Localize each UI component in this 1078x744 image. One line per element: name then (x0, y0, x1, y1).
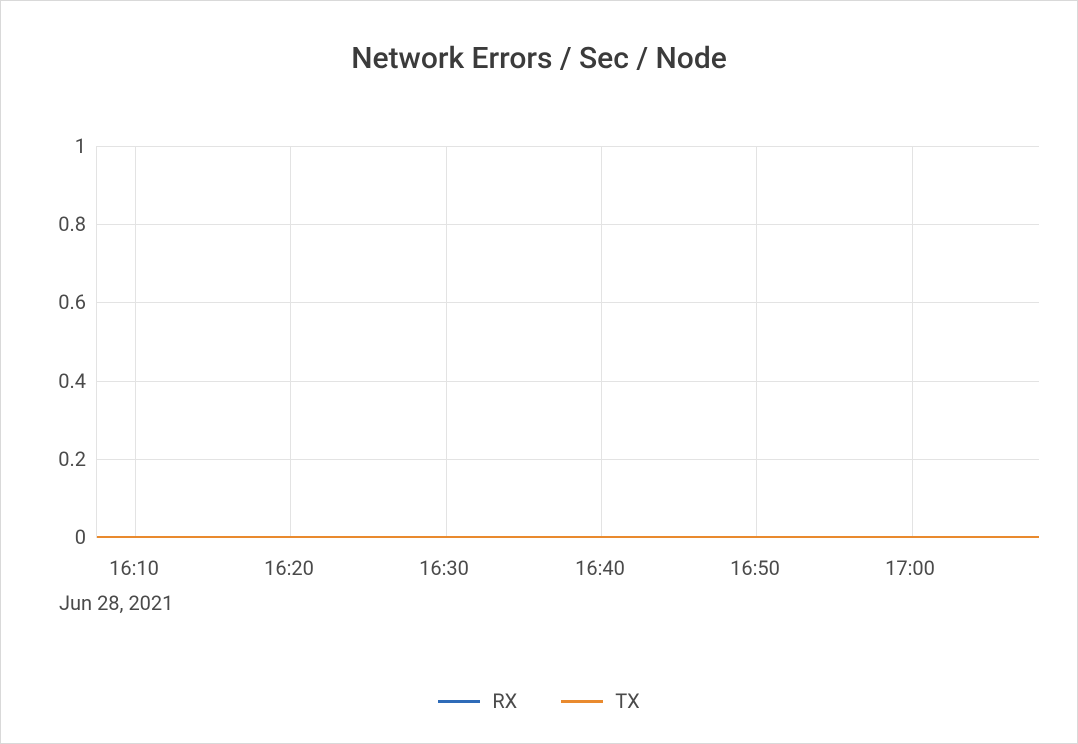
legend-swatch-rx (438, 700, 480, 703)
y-tick-label: 0.6 (16, 290, 86, 314)
y-tick-label: 0.4 (16, 369, 86, 393)
chart-card: Network Errors / Sec / Node 1 0.8 0.6 0.… (0, 0, 1078, 744)
gridline-h (97, 224, 1039, 225)
chart-title: Network Errors / Sec / Node (1, 41, 1077, 76)
legend-label-tx: TX (615, 689, 639, 713)
gridline-h (97, 146, 1039, 147)
series-line-tx (97, 536, 1039, 538)
legend-item-tx[interactable]: TX (561, 689, 639, 713)
gridline-v (912, 146, 913, 537)
legend-label-rx: RX (492, 689, 517, 713)
y-tick-label: 0.8 (16, 212, 86, 236)
gridline-h (97, 459, 1039, 460)
x-tick-label: 16:20 (264, 556, 314, 580)
legend: RX TX (1, 689, 1077, 713)
gridline-v (135, 146, 136, 537)
legend-swatch-tx (561, 700, 603, 703)
plot-area (96, 146, 1039, 538)
gridline-h (97, 302, 1039, 303)
x-tick-label: 16:40 (575, 556, 625, 580)
gridline-v (290, 146, 291, 537)
gridline-v (446, 146, 447, 537)
y-tick-label: 0 (16, 525, 86, 549)
y-tick-label: 0.2 (16, 447, 86, 471)
gridline-h (97, 381, 1039, 382)
gridline-v (756, 146, 757, 537)
y-tick-label: 1 (16, 134, 86, 158)
x-tick-label: 17:00 (885, 556, 935, 580)
gridline-v (601, 146, 602, 537)
x-date-label: Jun 28, 2021 (59, 591, 173, 615)
x-tick-label: 16:50 (730, 556, 780, 580)
legend-item-rx[interactable]: RX (438, 689, 517, 713)
x-tick-label: 16:10 (109, 556, 159, 580)
x-tick-label: 16:30 (419, 556, 469, 580)
